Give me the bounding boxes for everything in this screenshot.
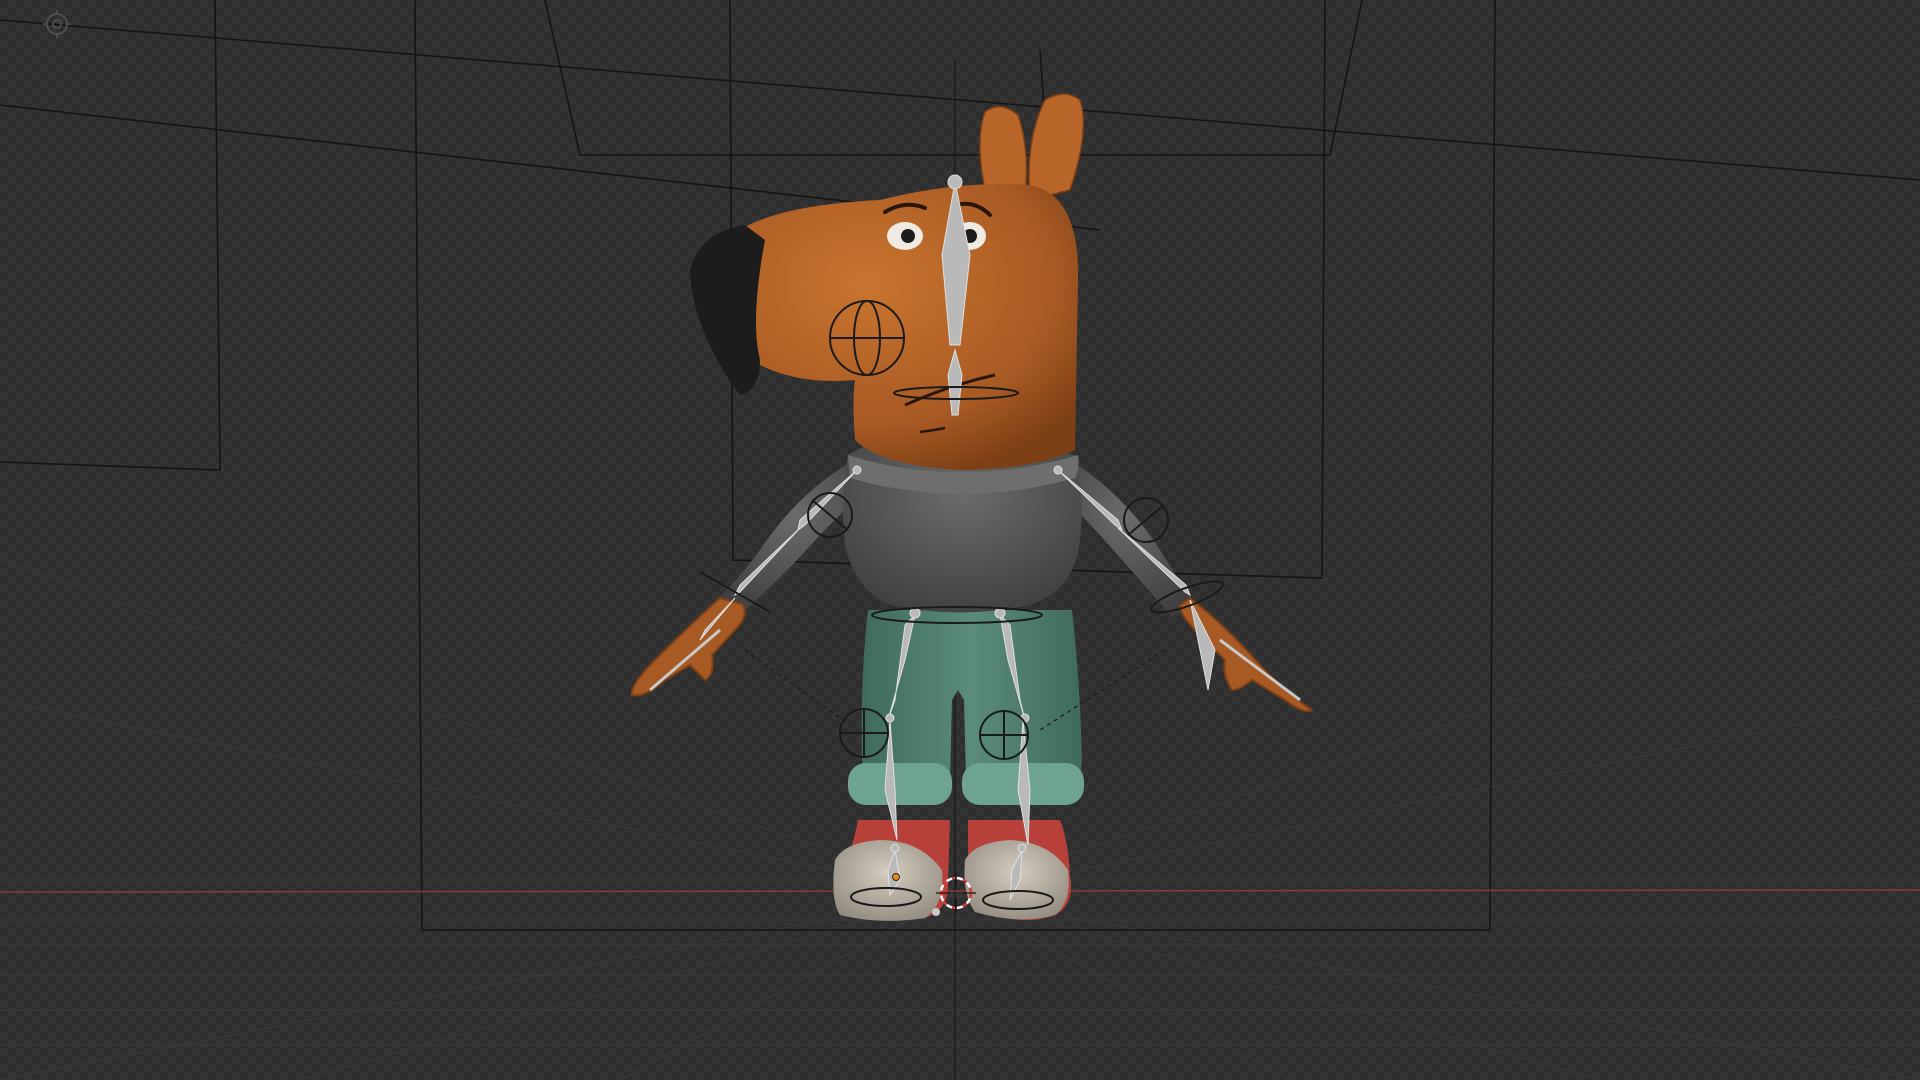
- viewport-scene[interactable]: [0, 0, 1920, 1080]
- left-pant-cuff: [848, 763, 952, 805]
- character-ear-right: [1028, 93, 1085, 201]
- character-pants[interactable]: [848, 610, 1084, 805]
- x-axis-line: [0, 889, 1920, 893]
- root-bone-head[interactable]: [932, 908, 940, 916]
- object-origin-icon[interactable]: [892, 873, 900, 881]
- character-mesh[interactable]: [630, 93, 1314, 921]
- control-knee-r[interactable]: [979, 710, 1029, 760]
- character-ear-left: [979, 106, 1028, 196]
- character-nose: [690, 225, 765, 395]
- 3d-viewport[interactable]: [0, 0, 1920, 1080]
- control-knee-l[interactable]: [839, 708, 889, 758]
- character-head[interactable]: [690, 93, 1085, 470]
- bone-head-tail[interactable]: [947, 174, 963, 190]
